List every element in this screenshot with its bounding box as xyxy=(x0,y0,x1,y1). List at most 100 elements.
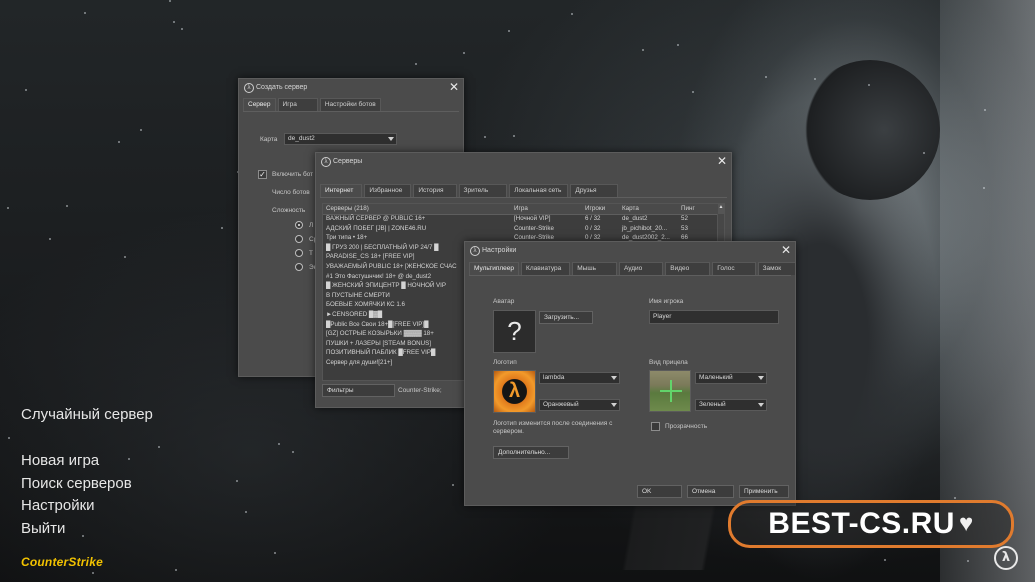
server-row[interactable]: АДСКИЙ ПОБЕГ [JB] | ZONE46.RU Counter-Str… xyxy=(323,225,724,234)
menu-random-server[interactable]: Случайный сервер xyxy=(21,406,153,423)
crosshair-color-value: Зеленый xyxy=(699,401,726,408)
player-name-input[interactable]: Player xyxy=(649,310,779,324)
advanced-button[interactable]: Дополнительно... xyxy=(493,446,569,459)
tab-lan[interactable]: Локальная сеть xyxy=(509,184,569,197)
col-servers[interactable]: Серверы (218) xyxy=(326,205,369,212)
tab-internet[interactable]: Интернет xyxy=(320,184,363,197)
tab-multiplayer[interactable]: Мультиплеер xyxy=(469,262,520,275)
transparency-label: Прозрачность xyxy=(665,423,708,430)
snow-speck xyxy=(118,141,120,143)
snow-speck xyxy=(967,560,969,562)
tab-spectator[interactable]: Зритель xyxy=(458,184,508,197)
snow-speck xyxy=(82,535,84,537)
snow-speck xyxy=(923,152,925,154)
player-name-label: Имя игрока xyxy=(649,298,684,305)
menu-find-servers[interactable]: Поиск серверов xyxy=(21,475,132,492)
snow-speck xyxy=(868,84,870,86)
tab-bot-settings[interactable]: Настройки ботов xyxy=(319,98,381,111)
filters-button[interactable]: Фильтры xyxy=(322,384,395,397)
chevron-down-icon xyxy=(611,403,617,407)
apply-button[interactable]: Применить xyxy=(739,485,789,498)
crosshair-preview xyxy=(649,370,691,412)
server-name: ВАЖНЫЙ СЕРВЕР @ PUBLIC 16+ xyxy=(326,215,426,222)
menu-new-game[interactable]: Новая игра xyxy=(21,452,99,469)
difficulty-radio-expert[interactable] xyxy=(295,263,303,271)
snow-speck xyxy=(765,76,767,78)
create-server-titlebar[interactable]: λ Создать сервер ✕ xyxy=(239,79,463,97)
server-ping: 53 xyxy=(681,224,688,232)
avatar-label: Аватар xyxy=(493,298,515,305)
server-list-header: Серверы (218) Игра Игроки Карта Пинг xyxy=(323,204,724,215)
snow-speck xyxy=(692,91,694,93)
enable-bots-checkbox[interactable]: ✓ xyxy=(258,170,267,179)
tab-keyboard[interactable]: Клавиатура xyxy=(521,262,571,275)
server-players: 0 / 32 xyxy=(585,224,601,232)
map-select[interactable]: de_dust2 xyxy=(284,133,397,145)
logo-select[interactable]: lambda xyxy=(539,372,620,384)
server-players: 6 / 32 xyxy=(585,215,601,222)
crosshair-color-select[interactable]: Зеленый xyxy=(695,399,767,411)
tab-mouse[interactable]: Мышь xyxy=(572,262,617,275)
snow-speck xyxy=(814,78,816,80)
col-game[interactable]: Игра xyxy=(514,205,528,212)
snow-speck xyxy=(292,451,294,453)
snow-speck xyxy=(25,89,27,91)
halflife-corner-icon[interactable]: λ xyxy=(994,546,1018,570)
tab-audio[interactable]: Аудио xyxy=(618,262,664,275)
snow-speck xyxy=(278,443,280,445)
chevron-down-icon xyxy=(611,376,617,380)
tab-server[interactable]: Сервер xyxy=(243,98,276,111)
tab-history[interactable]: История xyxy=(413,184,457,197)
servers-title: Серверы xyxy=(333,158,363,165)
snow-speck xyxy=(677,44,679,46)
logo-color-select[interactable]: Оранжевый xyxy=(539,399,620,411)
close-icon[interactable]: ✕ xyxy=(717,154,727,168)
chevron-down-icon xyxy=(388,137,394,141)
snow-speck xyxy=(415,63,417,65)
lambda-icon: λ xyxy=(508,380,521,402)
upload-button[interactable]: Загрузить... xyxy=(539,311,593,324)
tab-friends[interactable]: Друзья xyxy=(570,184,618,197)
server-game: [Ночной VIP] xyxy=(514,215,551,222)
settings-titlebar[interactable]: λ Настройки ✕ xyxy=(465,242,795,260)
crosshair-size-select[interactable]: Маленький xyxy=(695,372,767,384)
logo-select-value: lambda xyxy=(543,374,565,381)
close-icon[interactable]: ✕ xyxy=(449,80,459,94)
menu-quit[interactable]: Выйти xyxy=(21,520,65,537)
snow-speck xyxy=(236,480,238,482)
difficulty-radio-medium[interactable] xyxy=(295,235,303,243)
ok-button[interactable]: OK xyxy=(637,485,682,498)
col-ping[interactable]: Пинг xyxy=(681,205,695,212)
settings-title: Настройки xyxy=(482,247,517,254)
lambda-logo-preview: λ xyxy=(493,370,536,413)
transparency-checkbox[interactable] xyxy=(651,422,660,431)
server-name: УВАЖАЕМЫЙ PUBLIC 18+ [ЖЕНСКОЕ СЧАС xyxy=(326,263,457,270)
snow-speck xyxy=(571,13,573,15)
close-icon[interactable]: ✕ xyxy=(781,243,791,257)
tab-favorites[interactable]: Избранное xyxy=(364,184,412,197)
tab-lock[interactable]: Замок xyxy=(757,262,795,275)
menu-settings[interactable]: Настройки xyxy=(21,497,95,514)
col-map[interactable]: Карта xyxy=(622,205,639,212)
halflife-icon: λ xyxy=(244,83,254,93)
server-name: АДСКИЙ ПОБЕГ [JB] | ZONE46.RU xyxy=(326,224,427,232)
snow-speck xyxy=(8,437,10,439)
tab-video[interactable]: Видео xyxy=(665,262,711,275)
heart-icon: ♥ xyxy=(958,510,974,537)
tab-voice[interactable]: Голос xyxy=(712,262,756,275)
map-label: Карта xyxy=(260,136,278,143)
tab-game[interactable]: Игра xyxy=(277,98,318,111)
logo-color-value: Оранжевый xyxy=(543,401,579,408)
difficulty-radio-easy[interactable] xyxy=(295,221,303,229)
difficulty-radio-hard[interactable] xyxy=(295,249,303,257)
cancel-button[interactable]: Отмена xyxy=(687,485,734,498)
servers-titlebar[interactable]: λ Серверы ✕ xyxy=(316,153,731,171)
col-players[interactable]: Игроки xyxy=(585,205,605,212)
server-name: ПУШКИ + ЛАЗЕРЫ [STEAM BONUS] xyxy=(326,339,431,347)
server-name: █Public Все Свои 18+█[FREE VIP]█ xyxy=(326,320,429,328)
server-row[interactable]: ВАЖНЫЙ СЕРВЕР @ PUBLIC 16+ [Ночной VIP] 6 … xyxy=(323,215,724,224)
halflife-icon: λ xyxy=(321,157,331,167)
snow-speck xyxy=(84,12,86,14)
scroll-up-icon[interactable]: ▲ xyxy=(718,204,724,214)
snow-speck xyxy=(983,187,985,189)
